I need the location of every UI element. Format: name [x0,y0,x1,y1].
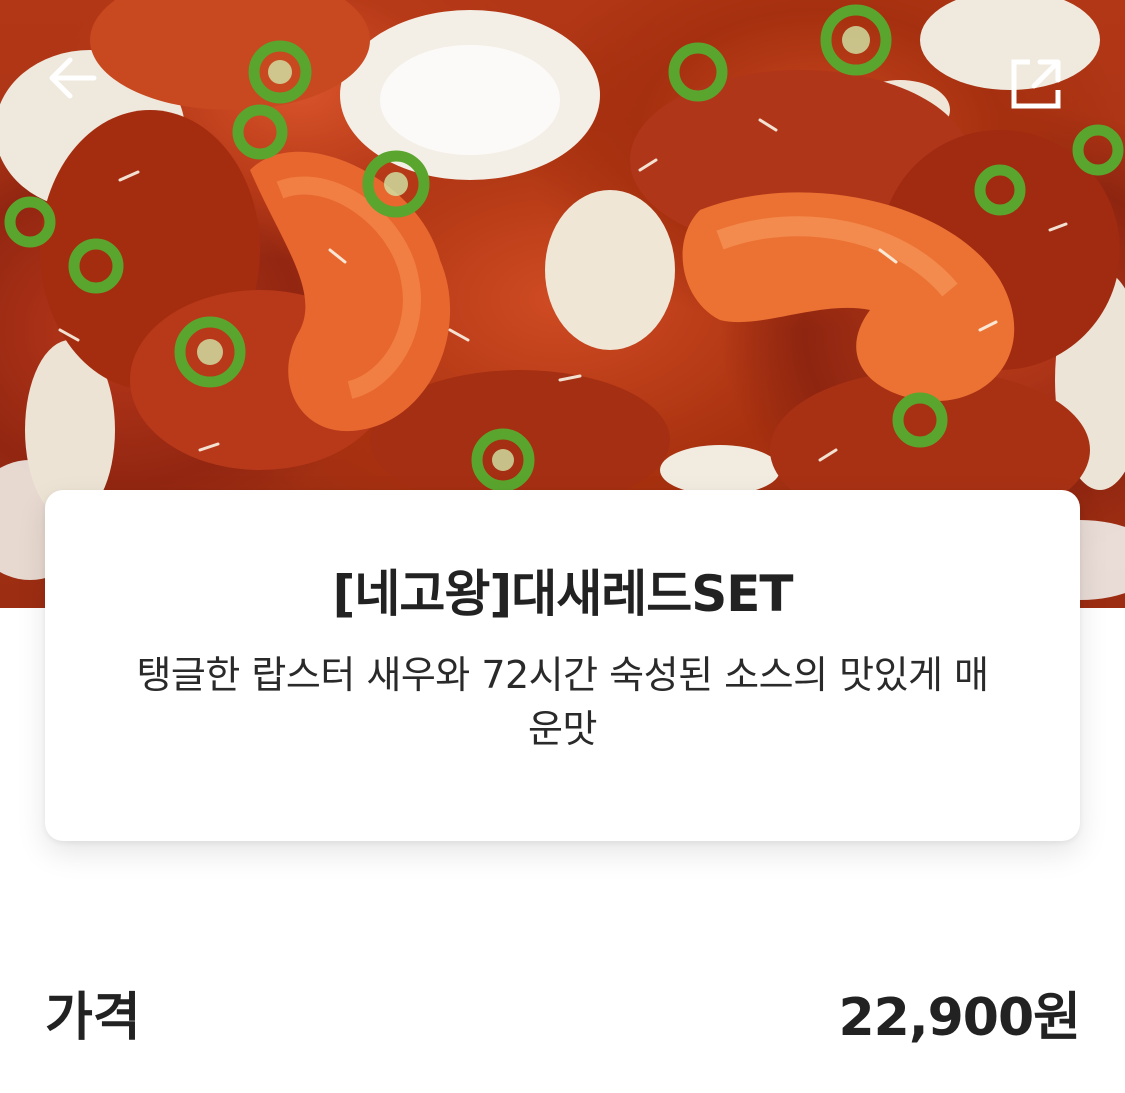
back-button[interactable] [44,54,116,126]
arrow-left-icon [49,57,97,99]
share-button[interactable] [1006,54,1078,126]
price-label: 가격 [45,988,141,1048]
product-description: 탱글한 랍스터 새우와 72시간 숙성된 소스의 맛있게 매운맛 [136,653,989,751]
price-row: 가격 22,900원 [45,978,1081,1058]
price-value: 22,900원 [838,988,1081,1048]
product-name: [네고왕]대새레드SET [332,565,794,623]
product-info-card: [네고왕]대새레드SET 탱글한 랍스터 새우와 72시간 숙성된 소스의 맛있… [45,490,1080,841]
share-external-icon [1011,59,1061,109]
product-detail-screen: [네고왕]대새레드SET 탱글한 랍스터 새우와 72시간 숙성된 소스의 맛있… [0,0,1125,1093]
